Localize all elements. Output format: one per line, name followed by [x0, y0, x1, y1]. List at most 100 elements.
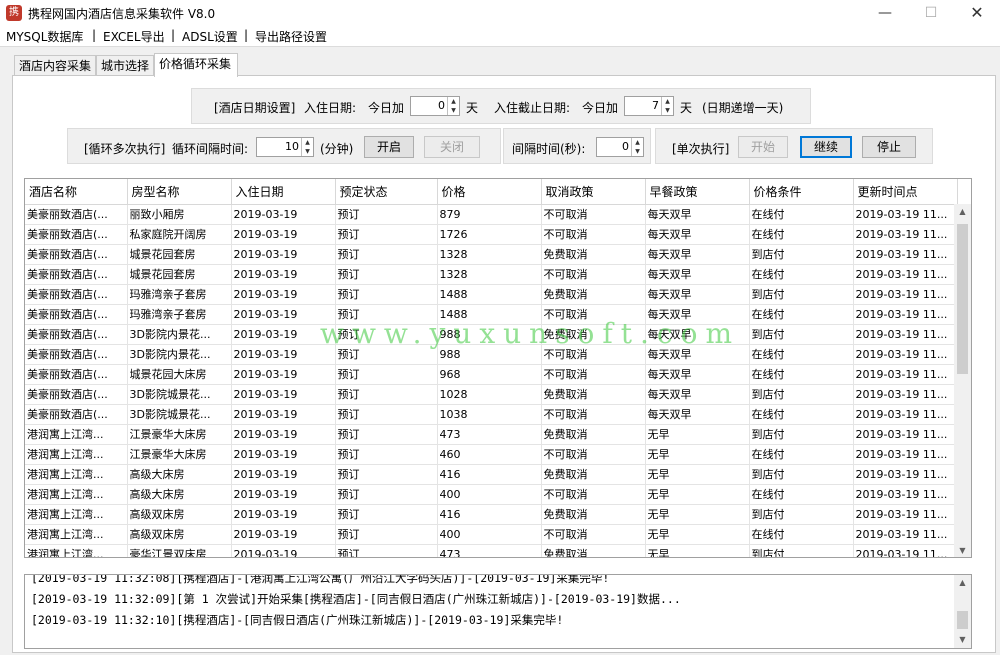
table-cell: 2019-03-19	[231, 284, 336, 305]
table-cell: 无早	[645, 424, 750, 445]
column-header[interactable]: 房型名称	[127, 179, 232, 205]
table-cell: 在线付	[749, 204, 854, 225]
menu-separator: |	[244, 28, 249, 42]
table-cell: 2019-03-19	[231, 204, 336, 225]
table-cell: 预订	[335, 204, 438, 225]
table-cell: 港润寓上江湾...	[25, 464, 128, 485]
table-row[interactable]: 美豪丽致酒店(... 玛雅湾亲子套房 2019-03-19 预订 1488 免费取消 每天双…	[25, 284, 958, 305]
scroll-thumb[interactable]	[957, 611, 968, 629]
table-cell: 豪华江景双床房	[127, 544, 232, 557]
log-scrollbar[interactable]: ▲ ▼	[954, 575, 971, 648]
table-cell: 2019-03-19 11...	[853, 264, 958, 285]
table-cell: 预订	[335, 264, 438, 285]
menu-export-path[interactable]: 导出路径设置	[255, 28, 327, 45]
spin-arrows-icon[interactable]: ▲ ▼	[447, 97, 459, 115]
table-cell: 美豪丽致酒店(...	[25, 224, 128, 245]
table-cell: 预订	[335, 444, 438, 465]
table-row[interactable]: 港润寓上江湾... 豪华江景双床房 2019-03-19 预订 473 免费取消 无早 到店付…	[25, 544, 958, 557]
table-cell: 2019-03-19	[231, 224, 336, 245]
loop-interval-stepper[interactable]: 10 ▲ ▼	[256, 137, 314, 157]
menu-mysql[interactable]: MYSQL数据库	[6, 28, 83, 45]
table-row[interactable]: 港润寓上江湾... 高级双床房 2019-03-19 预订 400 不可取消 无早 在线付 20…	[25, 524, 958, 545]
table-cell: 3D影院城景花...	[127, 384, 232, 405]
table-row[interactable]: 港润寓上江湾... 高级双床房 2019-03-19 预订 416 免费取消 无早 到店付 20…	[25, 504, 958, 525]
scroll-up-icon[interactable]: ▲	[954, 575, 971, 591]
table-cell: 到店付	[749, 544, 854, 557]
menu-adsl-settings[interactable]: ADSL设置	[182, 28, 238, 45]
table-cell: 预订	[335, 524, 438, 545]
table-row[interactable]: 美豪丽致酒店(... 城景花园套房 2019-03-19 预订 1328 不可取消 每天双早…	[25, 264, 958, 285]
checkin-days-stepper[interactable]: 0 ▲ ▼	[410, 96, 460, 116]
column-header[interactable]: 预定状态	[335, 179, 438, 205]
table-row[interactable]: 港润寓上江湾... 高级大床房 2019-03-19 预订 416 免费取消 无早 到店付 20…	[25, 464, 958, 485]
single-start-button[interactable]: 开始	[738, 136, 788, 158]
scroll-thumb[interactable]	[957, 224, 968, 374]
scroll-down-icon[interactable]: ▼	[954, 632, 971, 648]
column-header[interactable]: 更新时间点	[853, 179, 958, 205]
table-cell: 2019-03-19 11...	[853, 284, 958, 305]
tab-hotel-content[interactable]: 酒店内容采集	[14, 55, 96, 77]
date-settings-group: [酒店日期设置] 入住日期: 今日加 0 ▲ ▼ 天 入住截止日期: 今日加 7 …	[191, 88, 811, 124]
table-row[interactable]: 美豪丽致酒店(... 3D影院城景花... 2019-03-19 预订 1038 不可取消…	[25, 404, 958, 425]
minimize-button[interactable]: —	[862, 0, 908, 26]
spin-arrows-icon[interactable]: ▲ ▼	[661, 97, 673, 115]
stop-button[interactable]: 停止	[862, 136, 916, 158]
table-row[interactable]: 美豪丽致酒店(... 城景花园大床房 2019-03-19 预订 968 不可取消 每天双早…	[25, 364, 958, 385]
table-cell: 每天双早	[645, 284, 750, 305]
date-increment-note: (日期递增一天)	[702, 101, 784, 115]
interval-seconds-stepper[interactable]: 0 ▲ ▼	[596, 137, 644, 157]
title-bar: 携 携程网国内酒店信息采集软件 V8.0 — ☐ ✕	[0, 0, 1000, 26]
spin-arrows-icon[interactable]: ▲ ▼	[301, 138, 313, 156]
table-cell: 不可取消	[541, 224, 646, 245]
day-unit-label: 天	[466, 101, 479, 115]
table-cell: 预订	[335, 284, 438, 305]
table-row[interactable]: 港润寓上江湾... 江景豪华大床房 2019-03-19 预订 460 不可取消 无早 在线付…	[25, 444, 958, 465]
menu-excel-export[interactable]: EXCEL导出	[103, 28, 165, 45]
scroll-up-icon[interactable]: ▲	[954, 204, 971, 220]
table-row[interactable]: 美豪丽致酒店(... 私家庭院开阔房 2019-03-19 预订 1726 不可取消 每天双…	[25, 224, 958, 245]
table-row[interactable]: 港润寓上江湾... 高级大床房 2019-03-19 预订 400 不可取消 无早 在线付 20…	[25, 484, 958, 505]
table-cell: 1038	[437, 404, 542, 425]
table-cell: 不可取消	[541, 204, 646, 225]
log-line: [2019-03-19 11:32:10][携程酒店]-[同吉假日酒店(广州珠江…	[31, 613, 564, 627]
table-cell: 2019-03-19 11...	[853, 224, 958, 245]
log-output[interactable]: [2019-03-19 11:32:08][携程酒店]-[港润寓上江湾公寓(广州…	[24, 574, 972, 649]
log-line: [2019-03-19 11:32:08][携程酒店]-[港润寓上江湾公寓(广州…	[31, 574, 610, 585]
table-cell: 2019-03-19	[231, 444, 336, 465]
table-cell: 每天双早	[645, 364, 750, 385]
table-row[interactable]: 美豪丽致酒店(... 3D影院城景花... 2019-03-19 预订 1028 免费取消…	[25, 384, 958, 405]
table-cell: 每天双早	[645, 404, 750, 425]
tab-city-select[interactable]: 城市选择	[96, 55, 154, 77]
scroll-down-icon[interactable]: ▼	[954, 543, 971, 557]
table-cell: 416	[437, 464, 542, 485]
column-header[interactable]: 价格条件	[749, 179, 854, 205]
loop-close-button[interactable]: 关闭	[424, 136, 480, 158]
checkout-days-stepper[interactable]: 7 ▲ ▼	[624, 96, 674, 116]
table-row[interactable]: 美豪丽致酒店(... 丽致小厢房 2019-03-19 预订 879 不可取消 每天双早 在线…	[25, 204, 958, 225]
maximize-button[interactable]: ☐	[908, 0, 954, 26]
spin-arrows-icon[interactable]: ▲ ▼	[631, 138, 643, 156]
date-settings-label: [酒店日期设置]	[214, 101, 296, 115]
table-cell: 玛雅湾亲子套房	[127, 304, 232, 325]
table-scrollbar[interactable]: ▲ ▼	[954, 204, 971, 557]
table-cell: 每天双早	[645, 224, 750, 245]
tab-price-loop[interactable]: 价格循环采集	[154, 53, 238, 77]
close-icon[interactable]: ✕	[954, 0, 1000, 26]
table-cell: 美豪丽致酒店(...	[25, 384, 128, 405]
column-header[interactable]: 酒店名称	[25, 179, 128, 205]
column-header[interactable]: 价格	[437, 179, 542, 205]
results-table[interactable]: 酒店名称 房型名称 入住日期 预定状态 价格 取消政策 早餐政策 价格条件 更新…	[24, 178, 972, 558]
continue-button[interactable]: 继续	[800, 136, 852, 158]
table-cell: 预订	[335, 244, 438, 265]
table-row[interactable]: 港润寓上江湾... 江景豪华大床房 2019-03-19 预订 473 免费取消 无早 到店付…	[25, 424, 958, 445]
table-cell: 2019-03-19 11...	[853, 504, 958, 525]
table-cell: 美豪丽致酒店(...	[25, 264, 128, 285]
table-cell: 每天双早	[645, 384, 750, 405]
table-cell: 2019-03-19	[231, 484, 336, 505]
table-cell: 预订	[335, 544, 438, 557]
loop-start-button[interactable]: 开启	[364, 136, 414, 158]
column-header[interactable]: 早餐政策	[645, 179, 750, 205]
column-header[interactable]: 取消政策	[541, 179, 646, 205]
table-row[interactable]: 美豪丽致酒店(... 城景花园套房 2019-03-19 预订 1328 免费取消 每天双早…	[25, 244, 958, 265]
column-header[interactable]: 入住日期	[231, 179, 336, 205]
